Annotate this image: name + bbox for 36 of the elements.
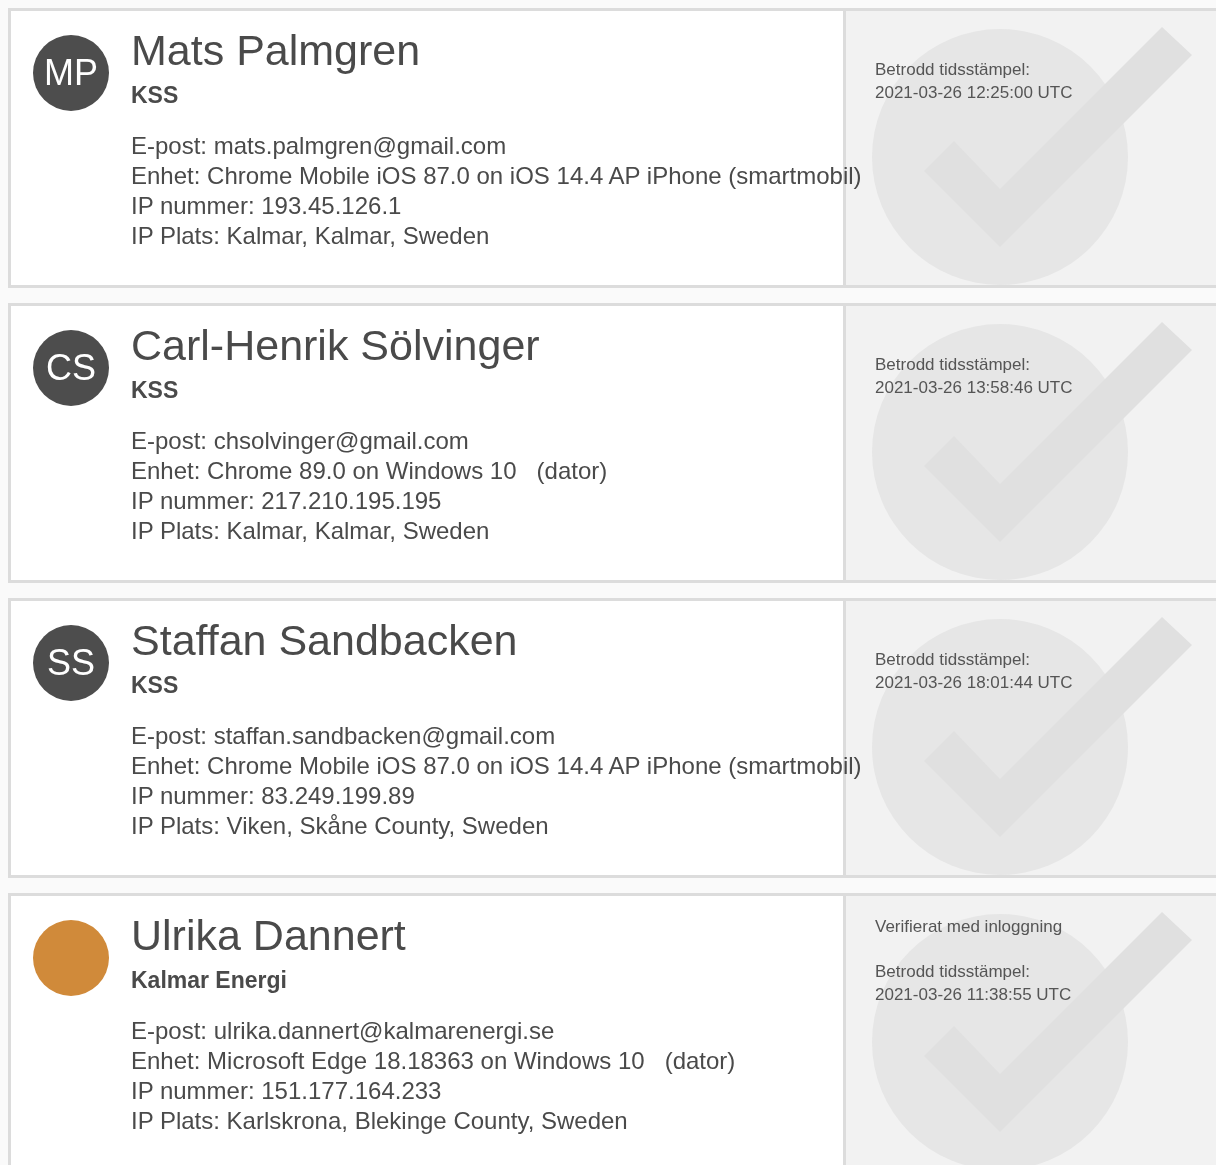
timestamp: 2021-03-26 11:38:55 UTC bbox=[875, 983, 1073, 1006]
detail-text: Enhet: Chrome Mobile iOS 87.0 on iOS 14.4 AP iPhone (smartmobil) bbox=[131, 751, 862, 779]
detail-text: IP Plats: Kalmar, Kalmar, Sweden bbox=[131, 221, 490, 249]
timestamp-label: Betrodd tidsstämpel: bbox=[875, 960, 1031, 983]
avatar: CS bbox=[33, 330, 109, 406]
organization: KSS bbox=[131, 671, 180, 701]
detail-text: Enhet: Chrome 89.0 on Windows 10 (dator) bbox=[131, 456, 608, 484]
signer-name: Carl-Henrik Sölvinger bbox=[131, 322, 541, 370]
detail-text: Enhet: Microsoft Edge 18.18363 on Windows 10 (dator) bbox=[131, 1046, 736, 1074]
detail-text: E-post: ulrika.dannert@kalmarenergi.se bbox=[131, 1016, 555, 1044]
timestamp: 2021-03-26 12:25:00 UTC bbox=[875, 81, 1074, 104]
timestamp-label: Betrodd tidsstämpel: bbox=[875, 649, 1031, 671]
detail-text: IP nummer: 217.210.195.195 bbox=[131, 486, 442, 514]
organization: KSS bbox=[131, 376, 180, 406]
detail-text: E-post: mats.palmgren@gmail.com bbox=[131, 131, 507, 159]
detail-text: E-post: staffan.sandbacken@gmail.com bbox=[131, 721, 556, 749]
detail-text: Enhet: Chrome Mobile iOS 87.0 on iOS 14.4 AP iPhone (smartmobil) bbox=[131, 161, 862, 189]
organization: Kalmar Energi bbox=[131, 966, 288, 996]
avatar: MP bbox=[33, 35, 109, 111]
timestamp: 2021-03-26 13:58:46 UTC bbox=[875, 376, 1074, 399]
detail-text: E-post: chsolvinger@gmail.com bbox=[131, 426, 469, 454]
detail-text: IP nummer: 151.177.164.233 bbox=[131, 1076, 442, 1104]
signer-name: Mats Palmgren bbox=[131, 27, 422, 75]
signer-name: Staffan Sandbacken bbox=[131, 617, 519, 665]
timestamp: 2021-03-26 18:01:44 UTC bbox=[875, 671, 1074, 694]
detail-text: IP Plats: Viken, Skåne County, Sweden bbox=[131, 811, 549, 839]
timestamp-label: Betrodd tidsstämpel: bbox=[875, 59, 1031, 81]
signer-name: Ulrika Dannert bbox=[131, 912, 407, 960]
avatar: SS bbox=[33, 625, 109, 701]
detail-text: IP Plats: Kalmar, Kalmar, Sweden bbox=[131, 516, 490, 544]
detail-text: IP nummer: 83.249.199.89 bbox=[131, 781, 415, 809]
organization: KSS bbox=[131, 81, 180, 111]
timestamp-label: Betrodd tidsstämpel: bbox=[875, 354, 1031, 376]
detail-text: IP Plats: Karlskrona, Blekinge County, Sweden bbox=[131, 1106, 628, 1134]
detail-text: IP nummer: 193.45.126.1 bbox=[131, 191, 402, 219]
verification-text: Verifierat med inloggning bbox=[875, 916, 1064, 938]
